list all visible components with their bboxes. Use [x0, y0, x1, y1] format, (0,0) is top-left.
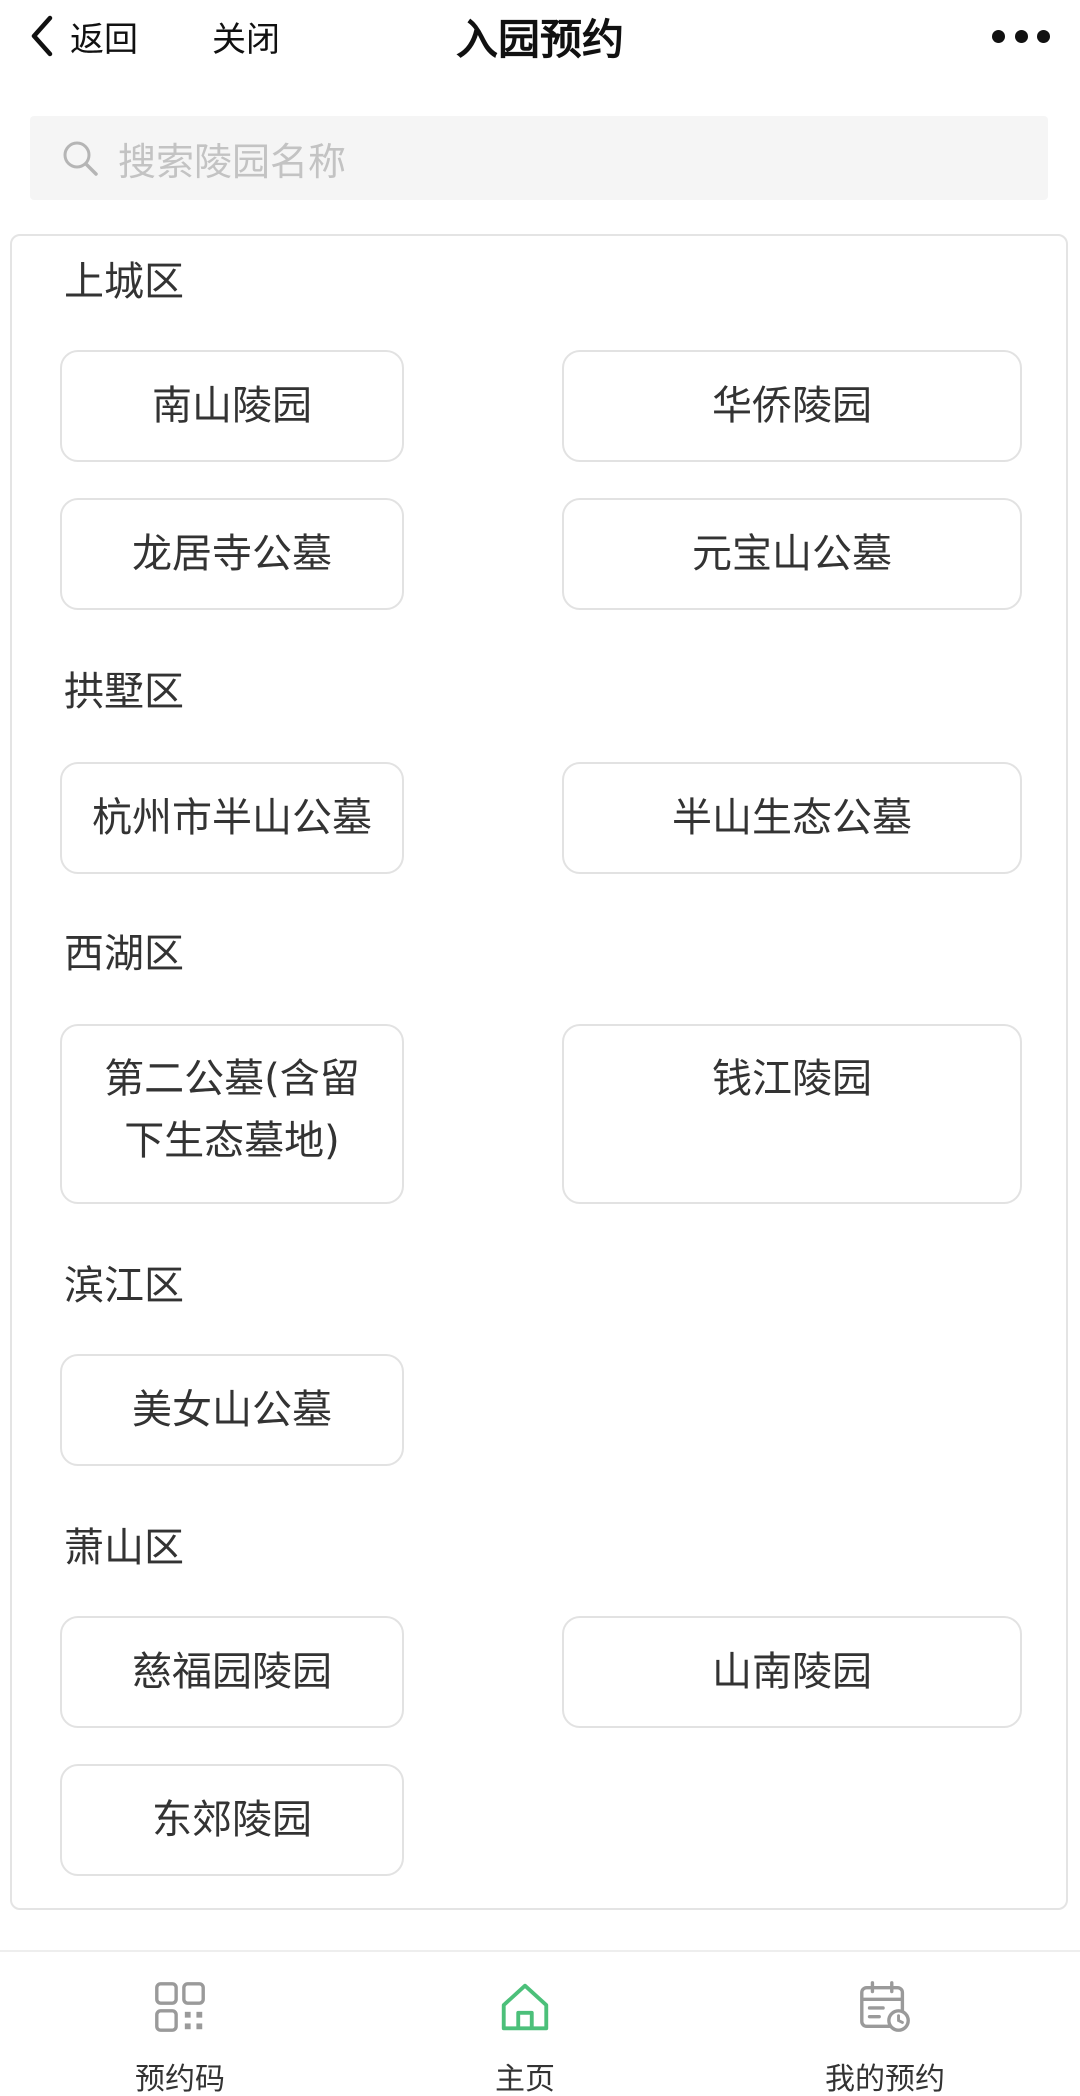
calendar-icon [860, 1981, 910, 2032]
cemetery-button[interactable]: 钱江陵园 [562, 1024, 1022, 1204]
tab-booking-code[interactable]: 预约码 [70, 1952, 290, 2096]
app-page: 返回 关闭 入园预约 搜索陵园名称 上城区 南山陵园 华侨陵园 龙居寺公墓 元宝… [0, 0, 1080, 2096]
chevron-left-icon [31, 15, 53, 57]
top-nav-bar: 返回 关闭 入园预约 [0, 0, 1080, 72]
cemetery-button[interactable]: 南山陵园 [60, 350, 404, 462]
back-label: 返回 [70, 19, 138, 60]
cemetery-button[interactable]: 半山生态公墓 [562, 762, 1022, 874]
cemetery-button[interactable]: 美女山公墓 [60, 1354, 404, 1466]
cemetery-button[interactable]: 山南陵园 [562, 1616, 1022, 1728]
more-dot-icon [1014, 29, 1028, 43]
district-title: 西湖区 [64, 931, 184, 977]
cemetery-button[interactable]: 第二公墓(含留下生态墓地) [60, 1024, 404, 1204]
tab-my-bookings[interactable]: 我的预约 [775, 1952, 995, 2096]
close-button[interactable]: 关闭 [212, 6, 280, 66]
cemetery-button[interactable]: 杭州市半山公墓 [60, 762, 404, 874]
more-dot-icon [992, 29, 1005, 43]
bottom-tab-bar: 预约码 主页 我的预约 [0, 1950, 1080, 2096]
cemetery-button[interactable]: 华侨陵园 [562, 350, 1022, 462]
search-icon [63, 141, 98, 176]
search-input[interactable]: 搜索陵园名称 [30, 116, 1048, 200]
district-title: 上城区 [64, 259, 184, 305]
district-list-card: 上城区 南山陵园 华侨陵园 龙居寺公墓 元宝山公墓 拱墅区 杭州市半山公墓 半山… [10, 234, 1068, 1910]
district-title: 拱墅区 [64, 669, 184, 715]
cemetery-button[interactable]: 元宝山公墓 [562, 498, 1022, 610]
tab-label: 我的预约 [825, 2062, 945, 2096]
search-placeholder: 搜索陵园名称 [118, 139, 347, 184]
tab-label: 主页 [495, 2062, 555, 2096]
cemetery-button[interactable]: 东郊陵园 [60, 1764, 404, 1876]
tab-home[interactable]: 主页 [415, 1952, 635, 2096]
district-title: 滨江区 [64, 1263, 184, 1309]
cemetery-button[interactable]: 慈福园陵园 [60, 1616, 404, 1728]
qr-code-icon [155, 1982, 205, 2032]
tab-label: 预约码 [135, 2062, 225, 2096]
more-dot-icon [1037, 29, 1050, 43]
home-icon [501, 1983, 549, 2031]
cemetery-button[interactable]: 龙居寺公墓 [60, 498, 404, 610]
district-title: 萧山区 [64, 1525, 184, 1571]
more-options-button[interactable] [992, 16, 1050, 56]
page-title: 入园预约 [455, 14, 624, 64]
back-button[interactable]: 返回 [28, 6, 138, 66]
